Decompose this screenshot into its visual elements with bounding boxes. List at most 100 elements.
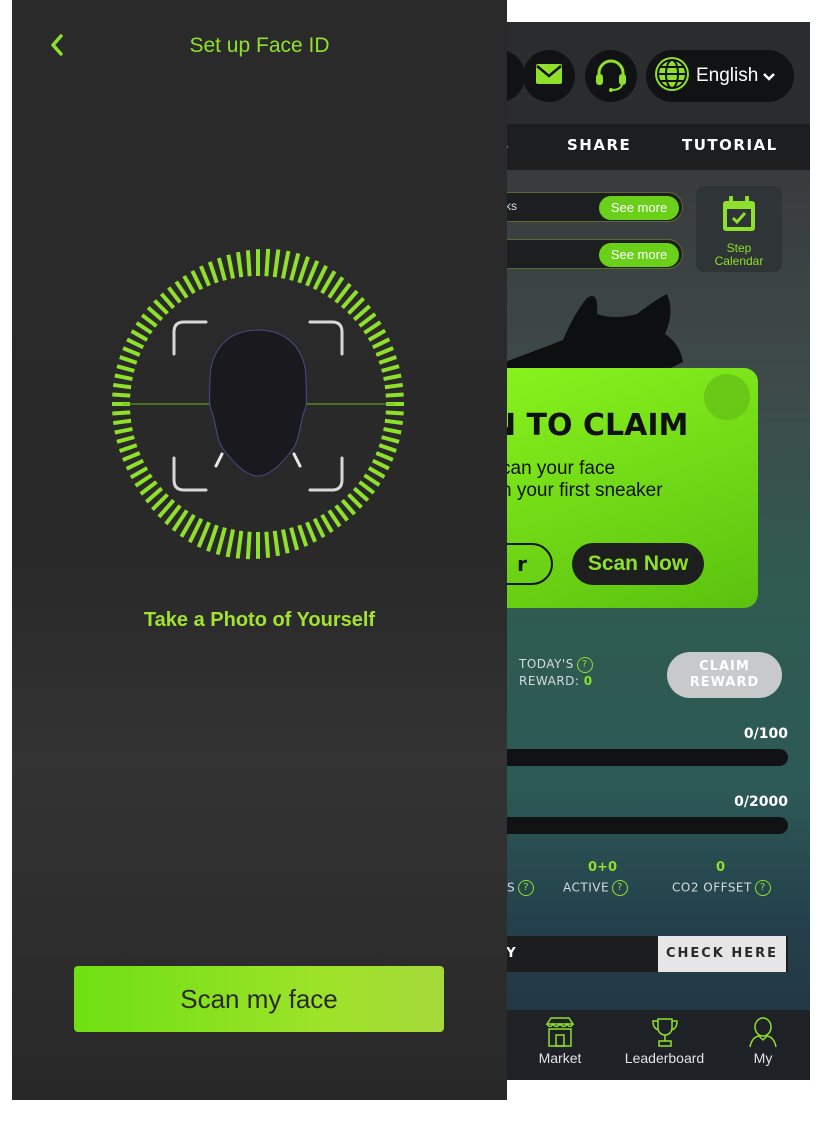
active-label: ACTIVE?	[563, 880, 629, 896]
ring-tick	[174, 280, 189, 299]
ring-tick	[236, 251, 244, 278]
mail-button[interactable]	[523, 50, 575, 102]
ring-tick	[118, 443, 138, 453]
ring-tick	[126, 337, 145, 350]
ring-tick	[272, 249, 281, 278]
ring-tick	[245, 250, 252, 277]
face-scan-illustration	[98, 244, 418, 564]
ring-tick	[378, 355, 398, 365]
ring-tick	[216, 257, 227, 281]
ring-tick	[167, 286, 182, 304]
ring-tick	[235, 530, 244, 559]
progress-label: 0/2000	[734, 794, 788, 810]
stat-partial-label: S?	[507, 880, 535, 896]
ring-tick	[119, 355, 138, 365]
popup-decoration	[704, 374, 750, 420]
ring-tick	[385, 410, 404, 416]
ring-tick	[381, 435, 400, 444]
background-app: English B SHARE TUTORIAL ks See more See…	[505, 22, 810, 1080]
ring-tick	[378, 443, 397, 453]
ring-tick	[153, 299, 169, 315]
calendar-icon	[720, 194, 758, 238]
ring-tick	[114, 427, 133, 435]
language-selector[interactable]: English	[646, 50, 794, 102]
app-header: English	[505, 22, 810, 124]
reward-value: 0	[583, 673, 593, 688]
check-here-button[interactable]: CHECK HERE	[658, 936, 786, 972]
ring-tick	[305, 521, 317, 543]
ring-tick	[116, 435, 135, 444]
ring-tick	[297, 256, 310, 284]
ring-tick	[281, 250, 291, 279]
ring-tick	[327, 509, 342, 528]
ring-tick	[116, 364, 135, 373]
tab-share[interactable]: SHARE	[567, 136, 631, 154]
ring-tick	[129, 466, 149, 480]
ring-tick	[381, 364, 400, 373]
reward-label-line2: REWARD:	[519, 673, 580, 688]
ring-tick	[112, 418, 132, 426]
step-calendar-button[interactable]: Step Calendar	[696, 186, 782, 272]
step-calendar-label: Step Calendar	[714, 241, 764, 268]
ring-tick	[363, 320, 382, 335]
tab-bar: B SHARE TUTORIAL	[505, 124, 810, 170]
popup-title: N TO CLAIM	[505, 408, 689, 443]
ring-tick	[320, 513, 334, 533]
later-button[interactable]: r	[505, 543, 553, 585]
shop-icon	[535, 1016, 585, 1048]
co2-value: 0	[716, 860, 726, 875]
ring-tick	[281, 529, 290, 554]
ring-tick	[340, 498, 357, 516]
ring-tick	[264, 531, 271, 558]
nav-my[interactable]: My	[745, 1016, 781, 1066]
ring-tick	[272, 530, 280, 557]
ring-tick	[383, 373, 402, 381]
ring-tick	[159, 292, 176, 310]
nav-market[interactable]: Market	[535, 1016, 585, 1066]
ring-tick	[385, 392, 404, 398]
ring-tick	[206, 524, 219, 552]
ring-tick	[146, 306, 164, 322]
globe-icon	[652, 54, 692, 98]
support-button[interactable]	[585, 50, 637, 102]
help-icon[interactable]: ?	[576, 656, 593, 673]
progress-bar	[505, 749, 788, 766]
face-id-sheet: Set up Face ID Take a Photo of Yourself	[12, 0, 507, 1100]
ring-tick	[140, 313, 158, 328]
ring-tick	[122, 451, 141, 462]
ring-tick	[367, 466, 386, 479]
help-icon[interactable]: ?	[612, 880, 629, 896]
user-icon	[745, 1016, 781, 1048]
partial-header-button[interactable]	[505, 50, 525, 102]
claim-reward-button[interactable]: CLAIM REWARD	[667, 652, 782, 698]
scan-face-button[interactable]: Scan my face	[74, 966, 444, 1032]
help-icon[interactable]: ?	[518, 880, 535, 896]
ring-tick	[139, 480, 158, 496]
ring-tick	[112, 410, 131, 416]
ring-tick	[264, 248, 271, 277]
nav-leaderboard[interactable]: Leaderboard	[617, 1016, 712, 1066]
tab-tutorial[interactable]: TUTORIAL	[682, 136, 778, 154]
page-title: Set up Face ID	[189, 34, 330, 57]
scan-now-button[interactable]: Scan Now	[572, 543, 704, 585]
ring-tick	[134, 473, 153, 488]
ring-tick	[225, 529, 235, 558]
progress-bar	[505, 817, 788, 834]
ring-tick	[112, 382, 132, 390]
ring-tick	[347, 493, 363, 509]
ring-tick	[371, 458, 390, 471]
see-more-button[interactable]: See more	[599, 196, 679, 220]
ring-tick	[312, 517, 326, 539]
language-label: English	[696, 65, 759, 86]
notice-banner: ks See more	[505, 192, 683, 222]
popup-text-line: can your face	[505, 458, 616, 479]
help-icon[interactable]: ?	[754, 880, 771, 896]
popup-text-line: n your first sneaker	[505, 480, 663, 501]
ring-tick	[196, 521, 211, 548]
see-more-button[interactable]: See more	[599, 243, 679, 267]
ring-tick	[114, 373, 133, 381]
ring-tick	[363, 473, 381, 487]
instruction-text: Take a Photo of Yourself	[143, 609, 376, 631]
ring-tick	[305, 260, 320, 287]
ring-tick	[122, 346, 141, 357]
